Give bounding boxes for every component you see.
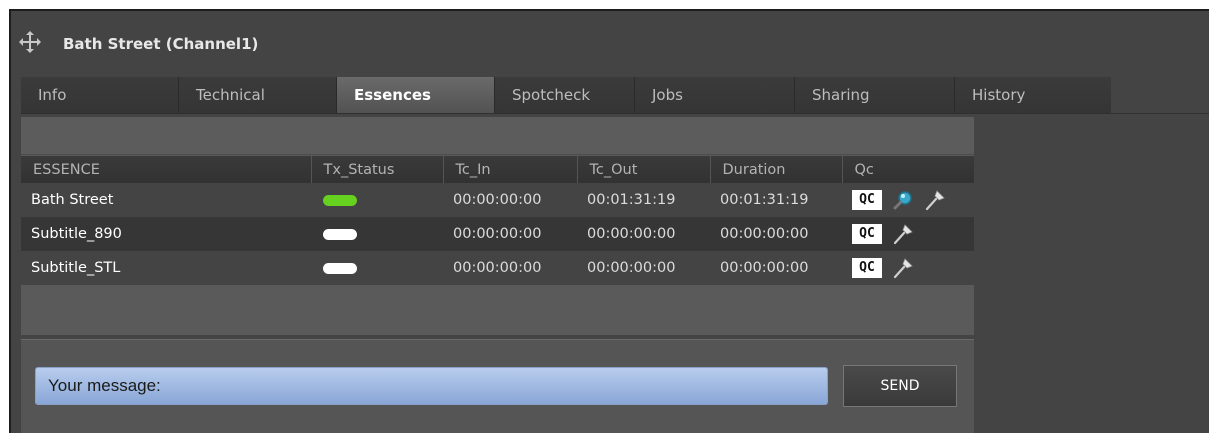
essence-name: Subtitle_890	[21, 217, 311, 251]
tab-info[interactable]: Info	[21, 77, 179, 113]
column-header-duration[interactable]: Duration	[710, 156, 843, 183]
move-icon[interactable]	[19, 31, 41, 53]
tc-out-value: 00:00:00:00	[577, 251, 710, 285]
send-button[interactable]: SEND	[843, 365, 957, 407]
qc-button[interactable]: QC	[852, 224, 882, 244]
side-area	[974, 117, 1209, 433]
tab-label: Essences	[354, 86, 431, 104]
tc-in-value: 00:00:00:00	[443, 183, 577, 217]
tab-history[interactable]: History	[955, 77, 1111, 113]
table-row[interactable]: Subtitle_890 00:00:00:00 00:00:00:00 00:…	[21, 217, 974, 251]
table-header-row: ESSENCE Tx_Status Tc_In Tc_Out Duration …	[21, 156, 974, 183]
tab-underline	[21, 113, 1209, 114]
column-header-tc-in[interactable]: Tc_In	[443, 156, 578, 183]
qc-button[interactable]: QC	[852, 190, 882, 210]
pin-icon[interactable]	[892, 223, 914, 245]
column-header-qc[interactable]: Qc	[842, 156, 974, 183]
column-header-essence[interactable]: ESSENCE	[21, 156, 312, 183]
screen: Bath Street (Channel1) Info Technical Es…	[0, 0, 1209, 433]
tab-label: Spotcheck	[512, 86, 591, 104]
tx-status-cell	[311, 217, 443, 251]
media-panel: Bath Street (Channel1) Info Technical Es…	[9, 9, 1209, 433]
qc-button[interactable]: QC	[852, 258, 882, 278]
message-input[interactable]	[35, 367, 828, 405]
duration-value: 00:00:00:00	[710, 251, 842, 285]
tab-sharing[interactable]: Sharing	[795, 77, 955, 113]
essences-table: ESSENCE Tx_Status Tc_In Tc_Out Duration …	[21, 156, 974, 285]
tab-essences[interactable]: Essences	[337, 77, 495, 113]
tab-label: History	[972, 86, 1026, 104]
duration-value: 00:01:31:19	[710, 183, 842, 217]
duration-value: 00:00:00:00	[710, 217, 842, 251]
status-indicator	[323, 228, 357, 240]
pin-icon[interactable]	[892, 257, 914, 279]
essence-name: Bath Street	[21, 183, 311, 217]
tc-in-value: 00:00:00:00	[443, 251, 577, 285]
toolbar-strip	[21, 117, 974, 155]
qc-cell: QC	[842, 217, 974, 251]
tab-label: Info	[38, 86, 67, 104]
magnifier-icon[interactable]	[892, 189, 914, 211]
tab-label: Technical	[196, 86, 265, 104]
status-indicator	[323, 262, 357, 274]
tab-spotcheck[interactable]: Spotcheck	[495, 77, 635, 113]
essence-name: Subtitle_STL	[21, 251, 311, 285]
tab-label: Jobs	[652, 86, 683, 104]
tab-jobs[interactable]: Jobs	[635, 77, 795, 113]
panel-header: Bath Street (Channel1)	[11, 11, 1209, 75]
tc-in-value: 00:00:00:00	[443, 217, 577, 251]
tc-out-value: 00:00:00:00	[577, 217, 710, 251]
table-row[interactable]: Bath Street 00:00:00:00 00:01:31:19 00:0…	[21, 183, 974, 217]
message-area: SEND	[21, 339, 974, 433]
qc-cell: QC	[842, 183, 974, 217]
pin-icon[interactable]	[924, 189, 946, 211]
panel-title: Bath Street (Channel1)	[63, 35, 259, 53]
column-header-tx-status[interactable]: Tx_Status	[311, 156, 444, 183]
table-row[interactable]: Subtitle_STL 00:00:00:00 00:00:00:00 00:…	[21, 251, 974, 285]
tab-label: Sharing	[812, 86, 870, 104]
tab-bar: Info Technical Essences Spotcheck Jobs S…	[21, 77, 1131, 113]
qc-cell: QC	[842, 251, 974, 285]
status-indicator	[323, 194, 357, 206]
tc-out-value: 00:01:31:19	[577, 183, 710, 217]
tx-status-cell	[311, 183, 443, 217]
tab-technical[interactable]: Technical	[179, 77, 337, 113]
tx-status-cell	[311, 251, 443, 285]
essences-content: ESSENCE Tx_Status Tc_In Tc_Out Duration …	[21, 117, 974, 335]
column-header-tc-out[interactable]: Tc_Out	[577, 156, 711, 183]
